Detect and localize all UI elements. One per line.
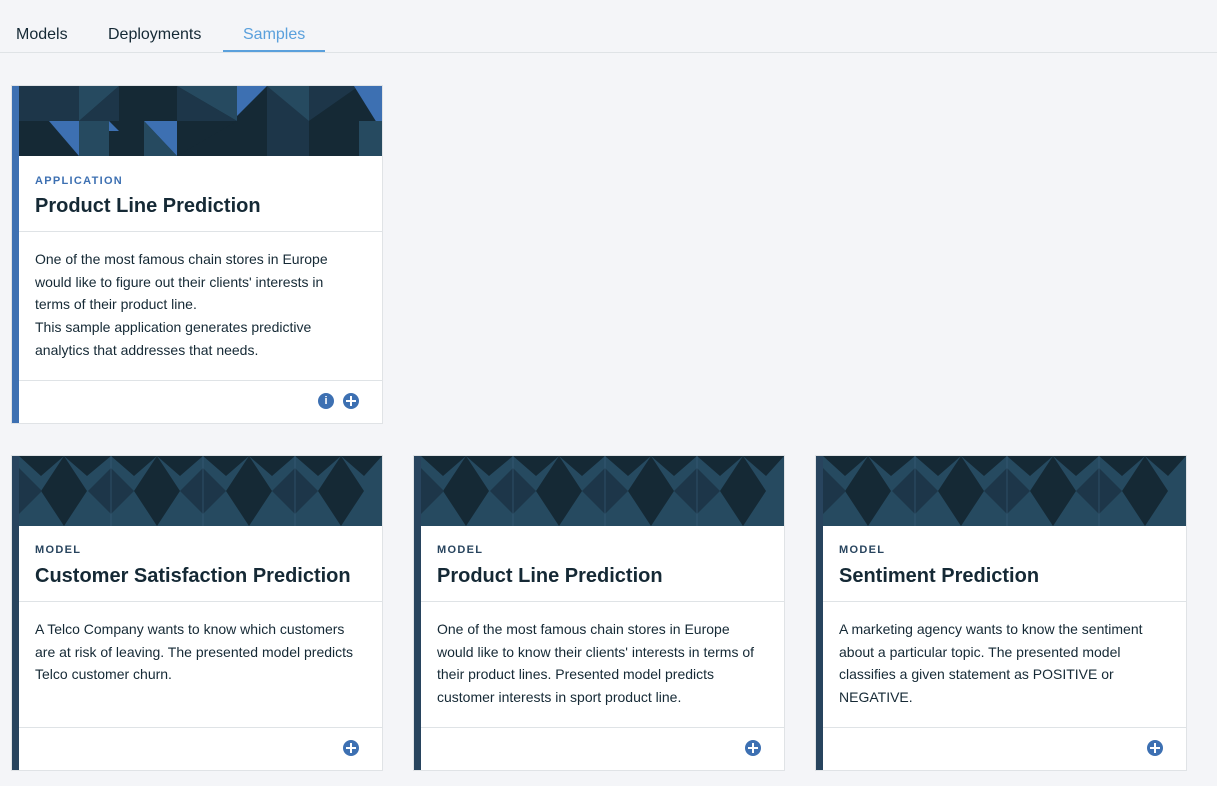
sample-card-model: MODEL Customer Satisfaction Prediction A… [12, 456, 382, 770]
card-footer-divider [421, 727, 784, 728]
card-title: Customer Satisfaction Prediction [35, 565, 351, 587]
card-title: Product Line Prediction [35, 195, 261, 217]
tab-models[interactable]: Models [16, 26, 68, 44]
add-icon[interactable] [745, 740, 761, 756]
sample-card-model: MODEL Sentiment Prediction A marketing a… [816, 456, 1186, 770]
card-divider [19, 231, 382, 232]
card-description: One of the most famous chain stores in E… [437, 618, 757, 709]
card-divider [421, 601, 784, 602]
card-footer-divider [19, 380, 382, 381]
card-divider [19, 601, 382, 602]
add-icon[interactable] [1147, 740, 1163, 756]
add-icon[interactable] [343, 740, 359, 756]
card-description-paragraph: This sample application generates predic… [35, 319, 312, 358]
card-title: Sentiment Prediction [839, 565, 1040, 587]
sample-card-application: APPLICATION Product Line Prediction One … [12, 86, 382, 423]
card-footer-divider [19, 727, 382, 728]
tab-bar: Models Deployments Samples [0, 0, 1217, 53]
card-description: One of the most famous chain stores in E… [35, 248, 355, 362]
card-footer-divider [823, 727, 1186, 728]
card-type-label: APPLICATION [35, 175, 124, 187]
card-banner-triangles [19, 86, 382, 156]
card-description-paragraph: One of the most famous chain stores in E… [437, 621, 755, 706]
info-icon[interactable]: i [318, 393, 334, 409]
card-banner-diamonds [823, 456, 1186, 526]
card-type-label: MODEL [35, 544, 82, 556]
card-type-label: MODEL [839, 544, 886, 556]
card-description-paragraph: One of the most famous chain stores in E… [35, 251, 328, 313]
card-description-paragraph: A marketing agency wants to know the sen… [839, 621, 1143, 706]
add-icon[interactable] [343, 393, 359, 409]
card-type-label: MODEL [437, 544, 484, 556]
tab-samples[interactable]: Samples [243, 26, 305, 44]
card-description: A marketing agency wants to know the sen… [839, 618, 1159, 709]
card-description: A Telco Company wants to know which cust… [35, 618, 355, 686]
sample-card-model: MODEL Product Line Prediction One of the… [414, 456, 784, 770]
card-banner-diamonds [19, 456, 382, 526]
tab-deployments[interactable]: Deployments [108, 26, 201, 44]
card-banner-diamonds [421, 456, 784, 526]
card-title: Product Line Prediction [437, 565, 663, 587]
card-description-paragraph: A Telco Company wants to know which cust… [35, 621, 354, 683]
card-divider [823, 601, 1186, 602]
active-tab-indicator [223, 50, 325, 52]
